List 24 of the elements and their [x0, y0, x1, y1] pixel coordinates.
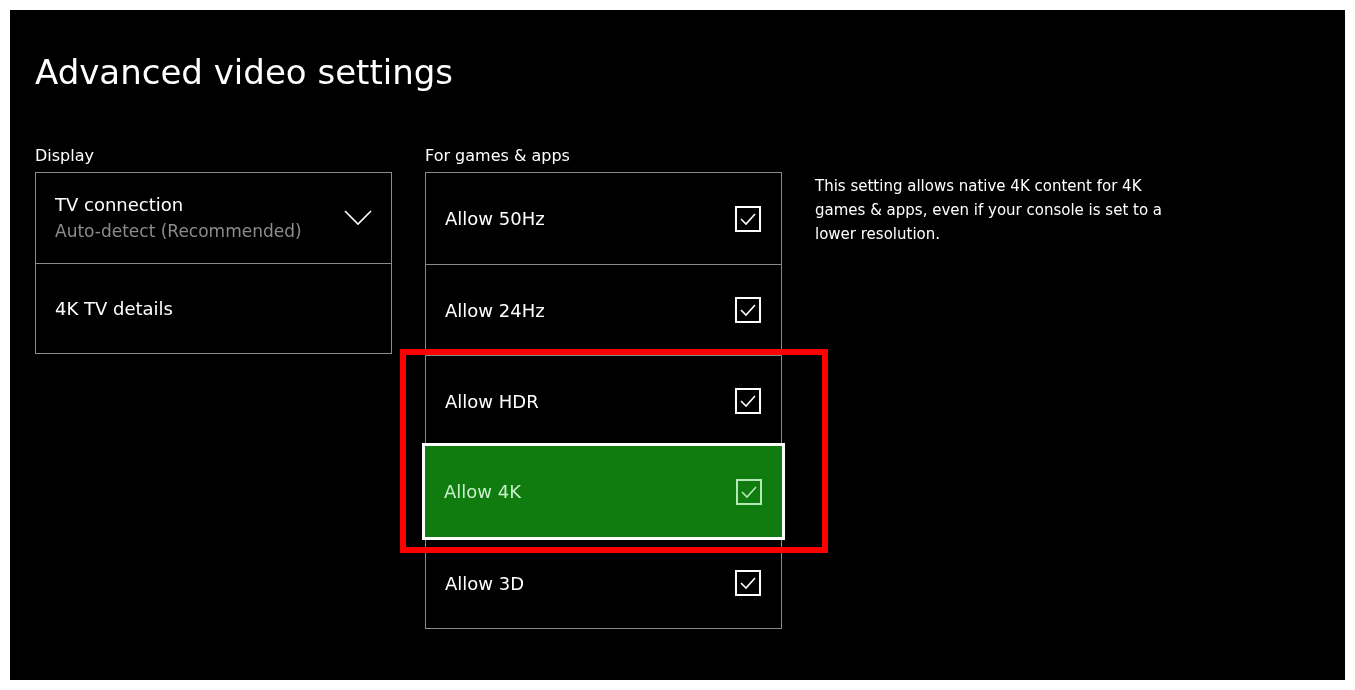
section-label: Display — [35, 146, 94, 165]
check-icon — [739, 576, 757, 590]
option-label: Allow 3D — [445, 571, 525, 596]
checkbox[interactable] — [736, 478, 762, 505]
menu-item[interactable]: 4K TV details — [36, 263, 391, 353]
dropdown[interactable]: TV connection Auto-detect (Recommended) — [36, 173, 391, 263]
option-label: Allow HDR — [445, 389, 539, 414]
option-label: Allow 50Hz — [445, 207, 545, 231]
description-text: This setting allows native 4K content for 4K games & apps, even if your console is set to a lower resolution. — [815, 176, 1164, 245]
check-icon — [739, 211, 757, 226]
dropdown-value: Auto-detect (Recommended) — [55, 220, 302, 243]
option-row[interactable]: Allow 50Hz — [426, 173, 781, 264]
check-icon — [739, 394, 757, 408]
page-title: Advanced video settings — [35, 52, 453, 92]
chevron-down-icon — [344, 210, 372, 226]
check-icon — [740, 484, 758, 499]
section-label: For games & apps — [425, 146, 570, 165]
option-row[interactable]: Allow 24Hz — [426, 264, 781, 355]
option-label: Allow 4K — [444, 480, 522, 504]
check-icon — [739, 303, 757, 317]
option-label: Allow 24Hz — [445, 298, 545, 323]
dropdown-label: TV connection — [55, 193, 185, 217]
option-row[interactable]: Allow 4K — [425, 446, 782, 537]
option-row[interactable]: Allow 3D — [426, 537, 781, 628]
